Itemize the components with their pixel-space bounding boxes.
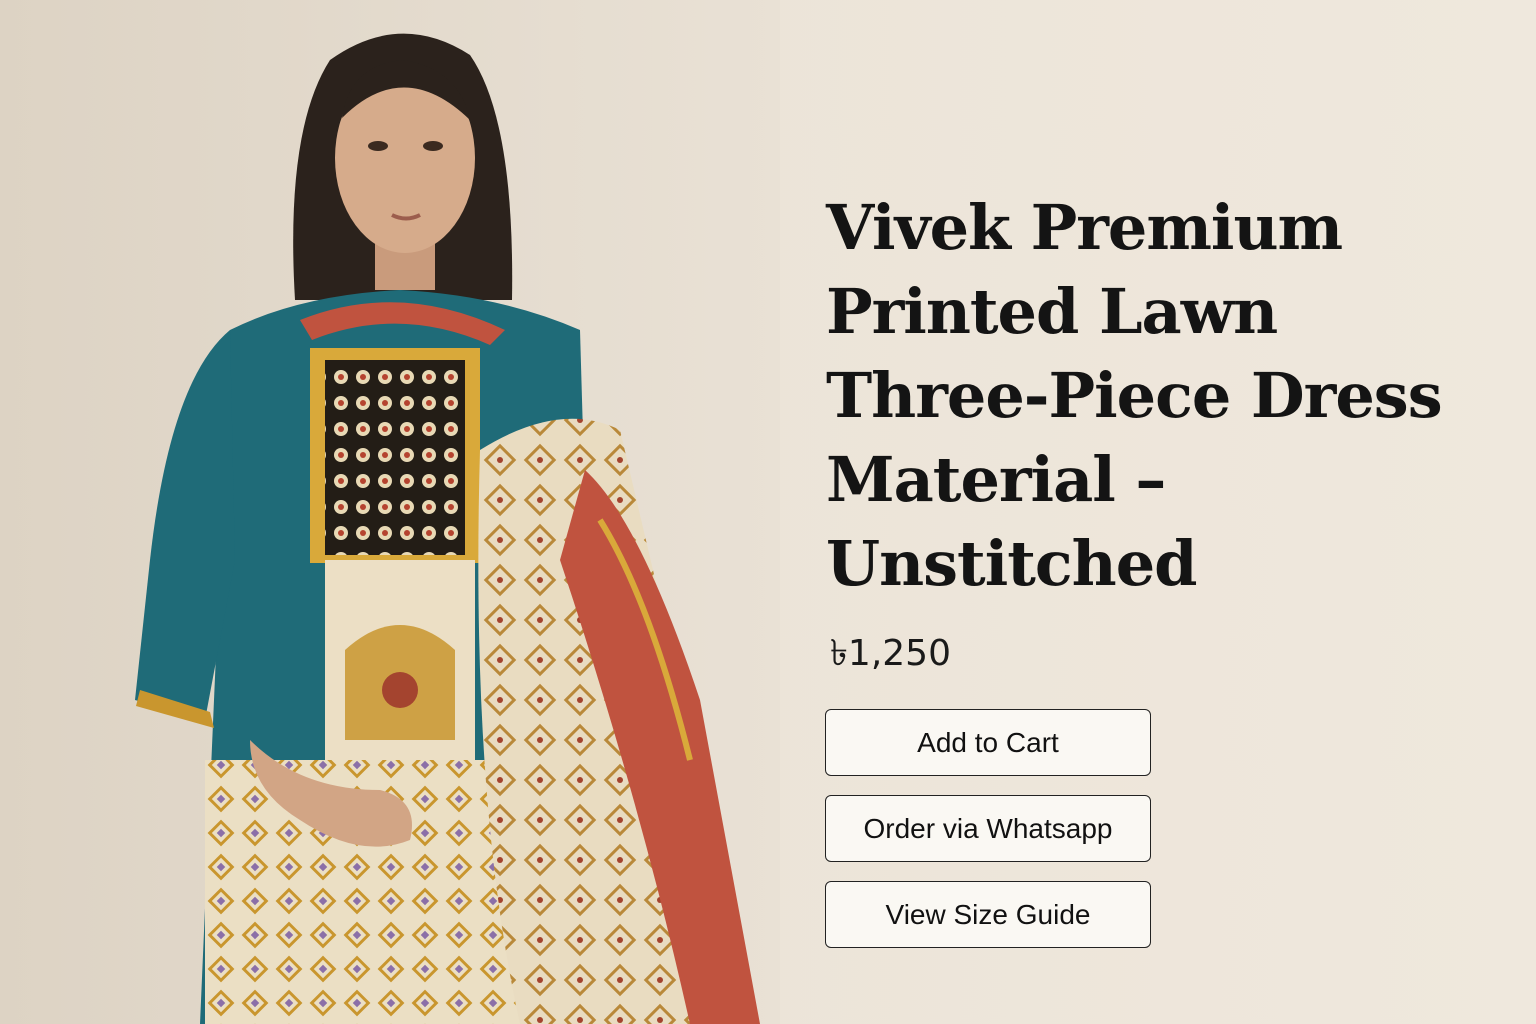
order-whatsapp-button[interactable]: Order via Whatsapp <box>825 795 1151 862</box>
product-price: ৳1,250 <box>830 633 951 674</box>
product-photo <box>0 0 780 1024</box>
product-title: Vivek Premium Printed Lawn Three-Piece D… <box>826 191 1443 600</box>
add-to-cart-button[interactable]: Add to Cart <box>825 709 1151 776</box>
size-guide-button[interactable]: View Size Guide <box>825 881 1151 948</box>
